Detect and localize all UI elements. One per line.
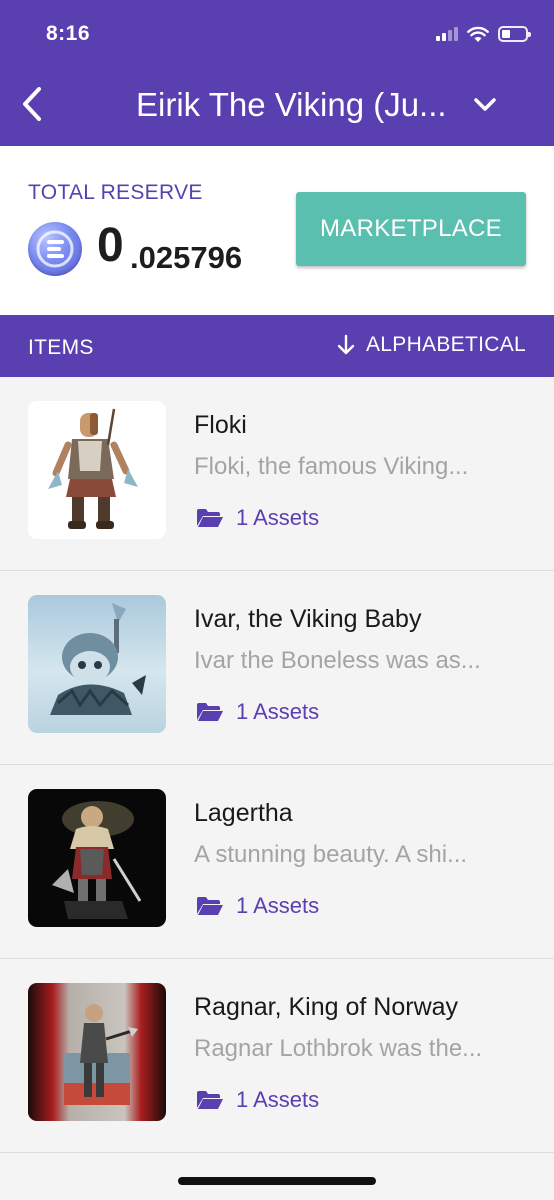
wifi-icon <box>467 26 489 42</box>
folder-open-icon <box>197 897 223 915</box>
battery-icon <box>498 26 531 42</box>
items-list: Floki Floki, the famous Viking... 1 Asse… <box>0 377 554 1153</box>
item-description: A stunning beauty. A shi... <box>194 841 468 868</box>
item-thumbnail <box>28 595 166 733</box>
total-reserve-label: TOTAL RESERVE <box>28 181 203 204</box>
list-item[interactable]: Floki Floki, the famous Viking... 1 Asse… <box>0 377 554 571</box>
items-header-bar: ITEMS ALPHABETICAL <box>0 315 554 377</box>
chevron-down-icon <box>474 98 496 111</box>
status-time: 8:16 <box>46 22 91 45</box>
home-indicator[interactable] <box>178 1177 376 1185</box>
marketplace-button[interactable]: MARKETPLACE <box>296 192 526 266</box>
arrow-down-icon <box>337 334 355 355</box>
reserve-amount-decimal: .025796 <box>130 240 243 275</box>
back-button[interactable] <box>12 84 52 124</box>
list-item[interactable]: Lagertha A stunning beauty. A shi... 1 A… <box>0 765 554 959</box>
reserve-amount-integer: 0 <box>97 219 124 272</box>
items-label: ITEMS <box>28 336 94 359</box>
folder-open-icon <box>197 703 223 721</box>
item-title: Lagertha <box>194 799 293 827</box>
item-description: Ragnar Lothbrok was the... <box>194 1035 483 1062</box>
chevron-left-icon <box>23 87 41 121</box>
title-dropdown-button[interactable] <box>468 90 502 120</box>
list-item[interactable]: Ragnar, King of Norway Ragnar Lothbrok w… <box>0 959 554 1153</box>
item-assets-count: 1 Assets <box>236 505 320 530</box>
item-thumbnail <box>28 983 166 1121</box>
item-thumbnail <box>28 401 166 539</box>
item-assets-count: 1 Assets <box>236 893 320 918</box>
enjin-coin-icon <box>28 222 82 276</box>
item-assets: 1 Assets <box>196 893 319 919</box>
item-assets-count: 1 Assets <box>236 1087 320 1112</box>
sort-label: ALPHABETICAL <box>366 333 526 356</box>
item-description: Floki, the famous Viking... <box>194 453 469 480</box>
item-assets: 1 Assets <box>196 505 319 531</box>
item-title: Ragnar, King of Norway <box>194 993 459 1021</box>
page-title: Eirik The Viking (Ju... <box>136 86 447 123</box>
sort-button[interactable]: ALPHABETICAL <box>336 333 526 357</box>
item-title: Floki <box>194 411 247 439</box>
item-title: Ivar, the Viking Baby <box>194 605 422 633</box>
folder-open-icon <box>197 509 223 527</box>
item-description: Ivar the Boneless was as... <box>194 647 481 674</box>
app-bar: 8:16 Eirik The Viking (Ju... <box>0 0 554 146</box>
item-thumbnail <box>28 789 166 927</box>
list-item[interactable]: Ivar, the Viking Baby Ivar the Boneless … <box>0 571 554 765</box>
signal-icon <box>436 27 458 41</box>
item-assets: 1 Assets <box>196 1087 319 1113</box>
item-assets: 1 Assets <box>196 699 319 725</box>
status-icons <box>436 22 531 46</box>
item-assets-count: 1 Assets <box>236 699 320 724</box>
folder-open-icon <box>197 1091 223 1109</box>
